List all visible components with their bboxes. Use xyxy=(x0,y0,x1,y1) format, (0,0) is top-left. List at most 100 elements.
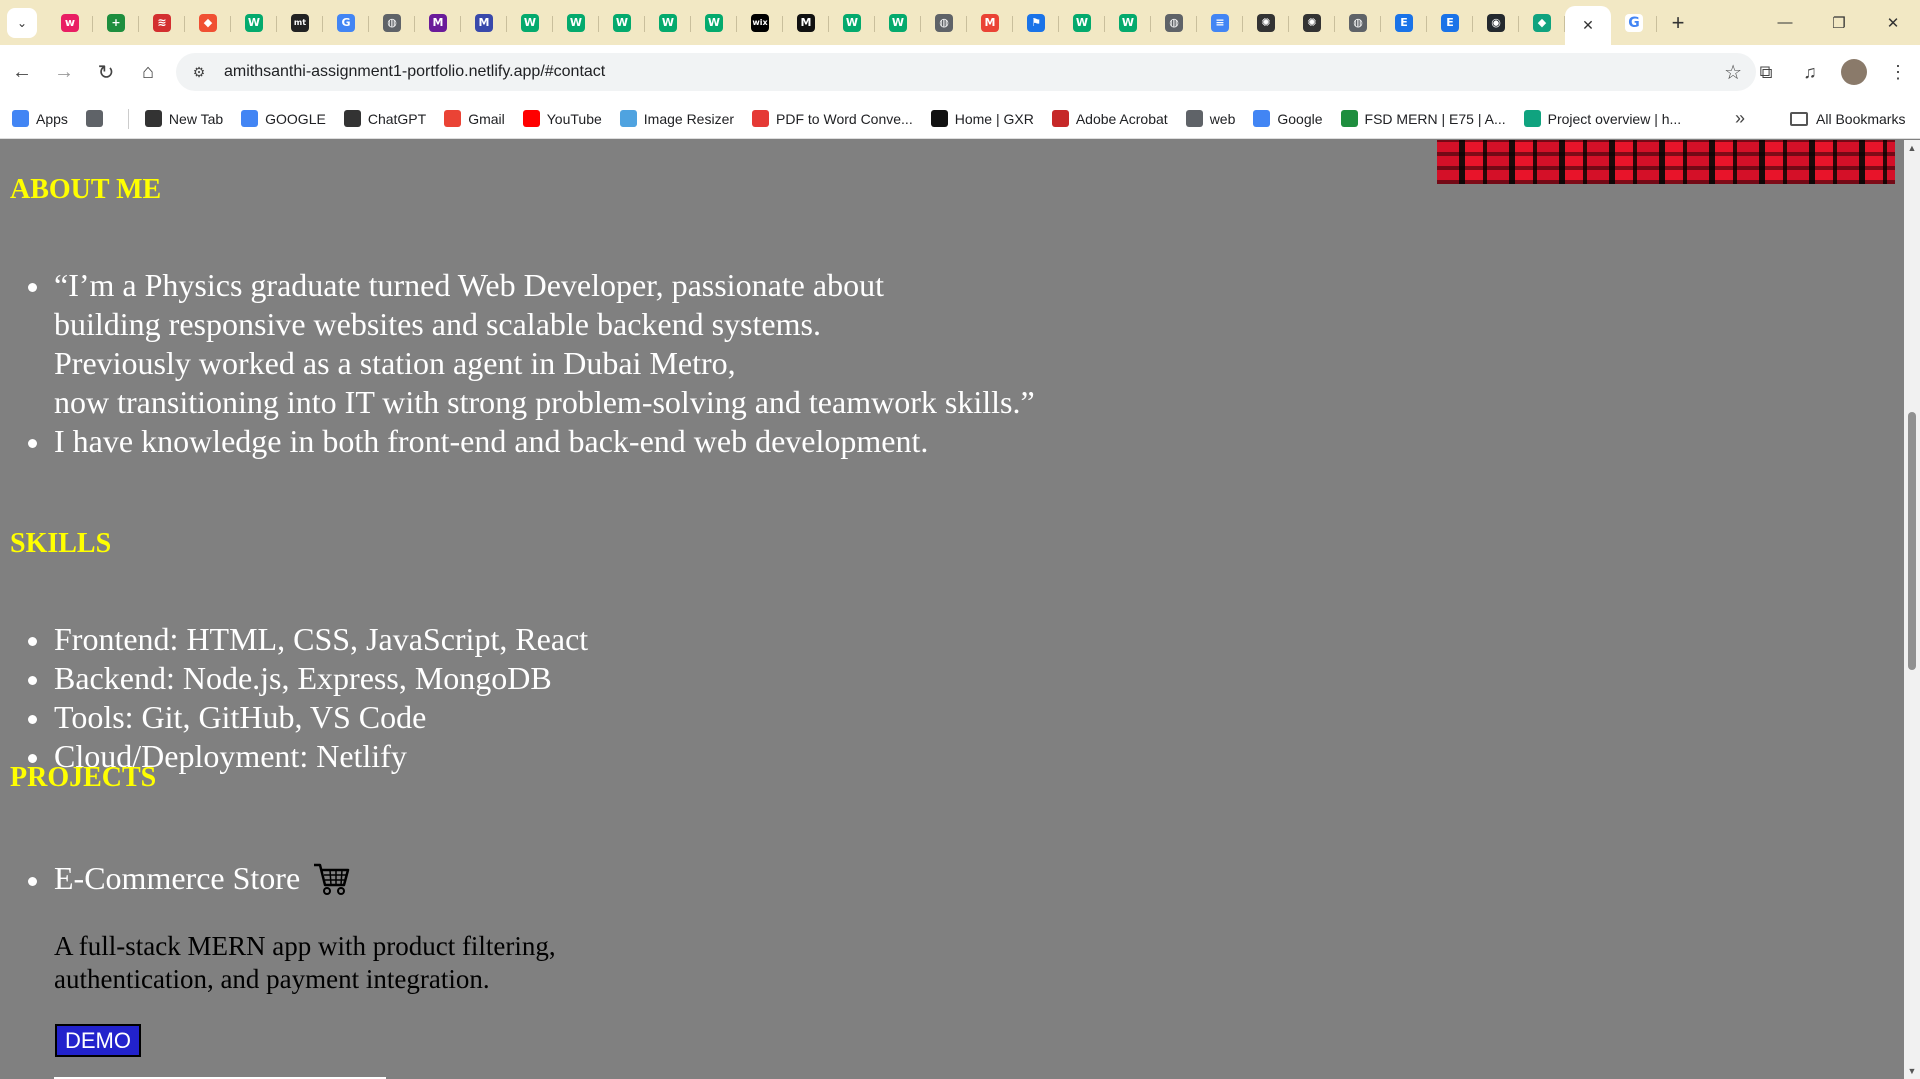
scrollbar-thumb[interactable] xyxy=(1908,412,1916,670)
tab[interactable]: ≡ xyxy=(1197,6,1243,40)
tab-google[interactable]: G xyxy=(1611,6,1657,40)
bookmark-item[interactable]: Home | GXR xyxy=(930,110,1034,127)
bookmark-item[interactable]: PDF to Word Conve... xyxy=(752,110,913,127)
wix-icon: w xyxy=(61,13,79,32)
bookmark-label: web xyxy=(1209,110,1236,127)
tab-search-chevron-icon[interactable]: ⌄ xyxy=(7,7,37,38)
new-tab-button[interactable]: + xyxy=(1661,6,1695,40)
back-icon[interactable]: ← xyxy=(2,52,42,92)
bookmark-label: Home | GXR xyxy=(954,110,1034,127)
tab[interactable]: ✺ xyxy=(1243,6,1289,40)
extensions-icon[interactable]: ⧉ xyxy=(1744,52,1788,92)
bookmark-star-icon[interactable]: ☆ xyxy=(1724,60,1742,85)
tab[interactable]: ◉ xyxy=(1473,6,1519,40)
bookmark-item[interactable]: Image Resizer xyxy=(619,110,734,127)
restore-icon[interactable]: ❐ xyxy=(1812,0,1866,45)
tab[interactable]: W xyxy=(691,6,737,40)
forward-icon[interactable]: → xyxy=(44,52,84,92)
close-tab-icon[interactable]: ✕ xyxy=(1582,17,1594,34)
about-item: I have knowledge in both front-end and b… xyxy=(28,422,1035,461)
page-viewport: ABOUT ME “I’m a Physics graduate turned … xyxy=(0,140,1904,1079)
bookmark-item[interactable]: YouTube xyxy=(522,110,602,127)
about-line: “I’m a Physics graduate turned Web Devel… xyxy=(54,267,884,303)
tab[interactable]: W xyxy=(1105,6,1151,40)
tab[interactable]: W xyxy=(1059,6,1105,40)
bookmark-item[interactable]: web xyxy=(1185,110,1236,127)
tab[interactable]: W xyxy=(599,6,645,40)
minimize-icon[interactable]: — xyxy=(1758,0,1812,45)
w3-icon-8: W xyxy=(889,13,907,32)
profile-avatar[interactable] xyxy=(1841,59,1867,85)
scroll-down-icon[interactable]: ▼ xyxy=(1904,1063,1920,1079)
tab[interactable]: W xyxy=(507,6,553,40)
skills-heading: SKILLS xyxy=(10,528,112,559)
scroll-up-icon[interactable]: ▲ xyxy=(1904,140,1920,156)
about-item: “I’m a Physics graduate turned Web Devel… xyxy=(28,266,1035,422)
bookmark-item[interactable]: ChatGPT xyxy=(343,110,426,127)
browser-toolbar: ← → ↻ ⌂ ⚙ amithsanthi-assignment1-portfo… xyxy=(0,45,1920,99)
media-control-icon[interactable]: ♫ xyxy=(1788,52,1832,92)
youtube-icon xyxy=(522,110,540,127)
tab[interactable]: ◍ xyxy=(369,6,415,40)
tab[interactable]: W xyxy=(553,6,599,40)
site-info-icon[interactable]: ⚙ xyxy=(186,59,212,85)
tab[interactable]: ◍ xyxy=(1151,6,1197,40)
bookmark-item[interactable]: FSD MERN | E75 | A... xyxy=(1340,110,1506,127)
tab[interactable]: M xyxy=(967,6,1013,40)
bookmark-item[interactable]: Apps xyxy=(12,110,68,127)
tab[interactable]: ≋ xyxy=(139,6,185,40)
tab[interactable]: w xyxy=(47,6,93,40)
address-bar[interactable]: ⚙ amithsanthi-assignment1-portfolio.netl… xyxy=(176,53,1756,91)
tab[interactable]: G xyxy=(323,6,369,40)
tab[interactable]: ◍ xyxy=(921,6,967,40)
shopping-cart-icon xyxy=(314,863,350,895)
tab[interactable]: M xyxy=(415,6,461,40)
mt-icon: mt xyxy=(291,13,309,32)
tab[interactable]: mt xyxy=(277,6,323,40)
reload-icon[interactable]: ↻ xyxy=(86,52,126,92)
about-line: building responsive websites and scalabl… xyxy=(54,306,821,342)
demo-button[interactable]: DEMO xyxy=(55,1024,141,1057)
tab[interactable]: M xyxy=(783,6,829,40)
toolbar-actions: ⧉ ♫ ⋮ xyxy=(1744,45,1920,99)
skill-item: Backend: Node.js, Express, MongoDB xyxy=(27,659,588,698)
bookmark-item[interactable]: Google xyxy=(1253,110,1323,127)
tab[interactable]: W xyxy=(231,6,277,40)
bookmark-item[interactable]: New Tab xyxy=(144,110,223,127)
tab[interactable]: M xyxy=(461,6,507,40)
bookmarks-overflow-icon[interactable]: » xyxy=(1735,108,1745,129)
page-scrollbar[interactable]: ▲ ▼ xyxy=(1904,140,1920,1079)
all-bookmarks-button[interactable]: All Bookmarks xyxy=(1790,111,1905,127)
url-text[interactable]: amithsanthi-assignment1-portfolio.netlif… xyxy=(224,63,605,81)
window-controls: — ❐ ✕ xyxy=(1758,0,1920,45)
grid-icon xyxy=(85,110,103,127)
tab[interactable]: E xyxy=(1381,6,1427,40)
bookmark-item[interactable]: Gmail xyxy=(444,110,505,127)
tab[interactable]: + xyxy=(93,6,139,40)
tab[interactable]: wix xyxy=(737,6,783,40)
tab[interactable]: ◆ xyxy=(185,6,231,40)
all-bookmarks-label: All Bookmarks xyxy=(1816,110,1906,127)
git-diamond-icon: ◆ xyxy=(199,13,217,32)
tab[interactable]: ◍ xyxy=(1335,6,1381,40)
tab[interactable]: ✺ xyxy=(1289,6,1335,40)
tab[interactable]: W xyxy=(829,6,875,40)
bookmark-item[interactable]: Adobe Acrobat xyxy=(1051,110,1168,127)
tab-active[interactable]: ✕ xyxy=(1565,5,1611,46)
tab[interactable]: ◆ xyxy=(1519,6,1565,40)
home-icon[interactable]: ⌂ xyxy=(128,52,168,92)
bookmark-label: Project overview | h... xyxy=(1547,110,1682,127)
tab[interactable]: W xyxy=(645,6,691,40)
bookmark-item[interactable] xyxy=(85,110,110,127)
bookmark-label: PDF to Word Conve... xyxy=(776,110,913,127)
bookmark-item[interactable]: GOOGLE xyxy=(241,110,326,127)
tab-list: w + ≋ ◆ Wmt G ◍ M M W W W W Wwix M W W ◍ M ⚑ W W ◍ ≡ ✺ ✺ ◍ E E ◉ ◆ xyxy=(47,6,1565,40)
tab[interactable]: W xyxy=(875,6,921,40)
tab[interactable]: ⚑ xyxy=(1013,6,1059,40)
close-window-icon[interactable]: ✕ xyxy=(1866,0,1920,45)
tab[interactable]: E xyxy=(1427,6,1473,40)
bookmark-label: YouTube xyxy=(546,110,602,127)
w3-icon-6: W xyxy=(705,13,723,32)
bookmark-item[interactable]: Project overview | h... xyxy=(1523,110,1682,127)
menu-icon[interactable]: ⋮ xyxy=(1876,52,1920,92)
